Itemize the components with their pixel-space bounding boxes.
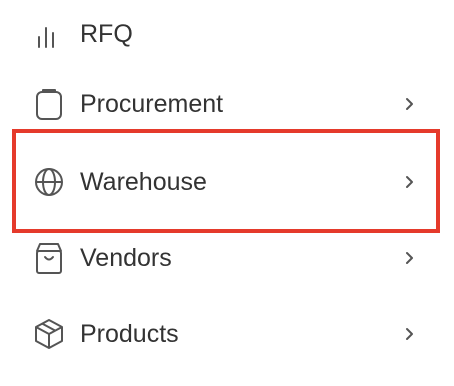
package-box-icon xyxy=(32,317,66,351)
chevron-right-icon xyxy=(398,170,422,194)
sidebar-nav: RFQ Procurement Warehouse Vendors Produc… xyxy=(0,0,454,386)
chevron-right-icon xyxy=(398,322,422,346)
sidebar-item-label: Vendors xyxy=(80,244,172,272)
sidebar-item-label: Warehouse xyxy=(80,168,207,196)
sidebar-item-rfq[interactable]: RFQ xyxy=(0,3,454,63)
chevron-right-icon xyxy=(398,92,422,116)
clipboard-icon xyxy=(32,87,66,121)
sidebar-item-label: RFQ xyxy=(80,20,133,48)
chevron-right-icon xyxy=(398,246,422,270)
sidebar-item-procurement[interactable]: Procurement xyxy=(0,73,454,133)
sidebar-item-products[interactable]: Products xyxy=(0,303,454,363)
shopping-bag-icon xyxy=(32,241,66,275)
sidebar-item-warehouse[interactable]: Warehouse xyxy=(0,151,454,211)
bar-chart-icon xyxy=(32,17,66,51)
sidebar-item-label: Procurement xyxy=(80,90,224,118)
sidebar-item-label: Products xyxy=(80,320,179,348)
sidebar-item-vendors[interactable]: Vendors xyxy=(0,227,454,287)
globe-icon xyxy=(32,165,66,199)
